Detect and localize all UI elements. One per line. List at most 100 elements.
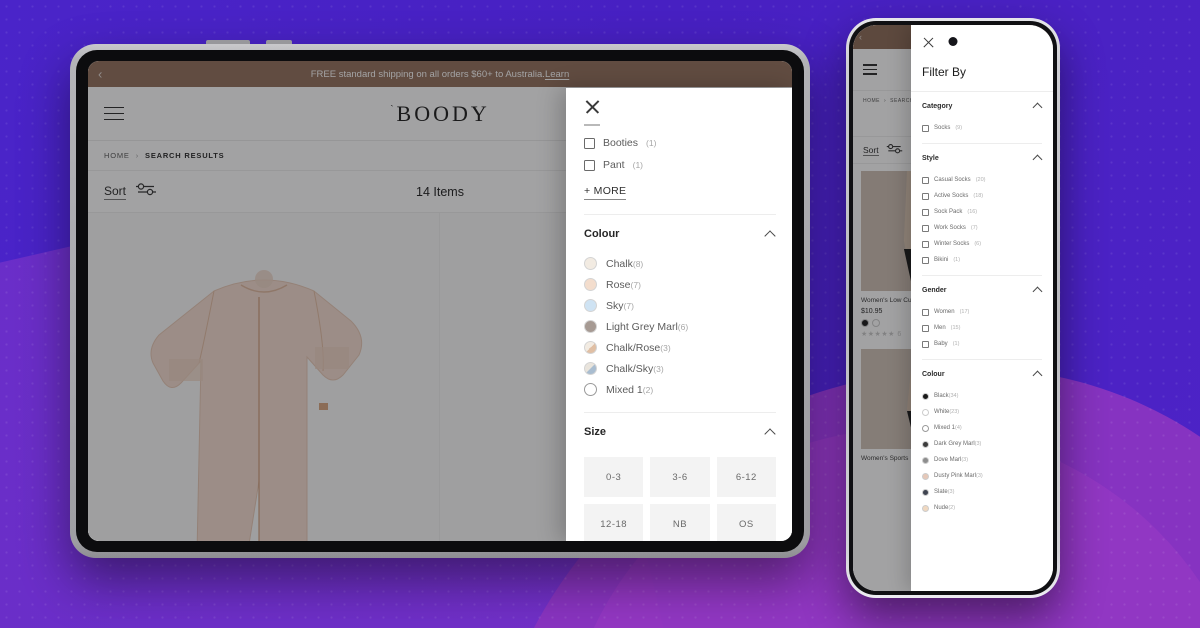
chevron-up-icon[interactable] xyxy=(1033,155,1042,161)
colour-swatch-icon[interactable] xyxy=(922,424,929,432)
chevron-up-icon[interactable] xyxy=(1033,287,1042,293)
colour-option-black[interactable]: Black(34) xyxy=(922,388,1042,404)
tablet-power-button[interactable] xyxy=(266,40,292,44)
filter-option-work-socks[interactable]: Work Socks (7) xyxy=(922,220,1042,236)
colour-option-sky[interactable]: Sky(7) xyxy=(584,295,776,316)
chevron-up-icon[interactable] xyxy=(765,231,776,238)
colour-option-chalk[interactable]: Chalk(8) xyxy=(584,253,776,274)
colour-option-mixed-1[interactable]: Mixed 1(2) xyxy=(584,379,776,400)
colour-swatch-icon[interactable] xyxy=(584,278,597,291)
filter-option-count: (1) xyxy=(952,341,960,347)
colour-swatch-icon[interactable] xyxy=(922,392,929,400)
chevron-up-icon[interactable] xyxy=(1033,103,1042,109)
colour-swatch-icon[interactable] xyxy=(922,456,929,464)
filter-option-men[interactable]: Men (15) xyxy=(922,320,1042,336)
close-x-icon[interactable] xyxy=(922,36,935,49)
colour-section-header[interactable]: Colour xyxy=(584,215,776,253)
size-chip[interactable]: 6-12 xyxy=(716,457,776,497)
checkbox-icon[interactable] xyxy=(922,324,929,332)
phone-colour-section-header[interactable]: Colour xyxy=(922,360,1042,388)
chevron-up-icon[interactable] xyxy=(765,429,776,436)
filter-drawer-body[interactable]: Booties (1) Pant (1) + MORE Colour Chalk… xyxy=(566,124,792,541)
colour-option-count: (23) xyxy=(949,409,960,415)
section-title: Colour xyxy=(922,370,945,378)
filter-option-active-socks[interactable]: Active Socks (18) xyxy=(922,188,1042,204)
phone-style-section-header[interactable]: Style xyxy=(922,144,1042,172)
filter-option-booties[interactable]: Booties (1) xyxy=(584,132,776,154)
filter-option-women[interactable]: Women (17) xyxy=(922,304,1042,320)
checkbox-icon[interactable] xyxy=(922,308,929,316)
colour-swatch-icon[interactable] xyxy=(584,320,597,333)
filter-drawer: Booties (1) Pant (1) + MORE Colour Chalk… xyxy=(566,88,792,541)
checkbox-icon[interactable] xyxy=(922,208,929,216)
size-section-header[interactable]: Size xyxy=(584,413,776,451)
colour-swatch-icon[interactable] xyxy=(584,341,597,354)
size-chip[interactable]: 12-18 xyxy=(584,504,644,541)
chevron-up-icon[interactable] xyxy=(1033,371,1042,377)
size-chip[interactable]: 0-3 xyxy=(584,457,644,497)
size-chip[interactable]: OS xyxy=(716,504,776,541)
colour-swatch-icon[interactable] xyxy=(922,504,929,512)
tablet-bezel: ‹ FREE standard shipping on all orders $… xyxy=(76,50,804,552)
filter-option-baby[interactable]: Baby (1) xyxy=(922,336,1042,352)
filter-option-count: (6) xyxy=(974,241,982,247)
filter-option-label: Booties xyxy=(603,137,639,149)
phone-gender-section-header[interactable]: Gender xyxy=(922,276,1042,304)
checkbox-icon[interactable] xyxy=(922,256,929,264)
colour-option-count: (3) xyxy=(961,457,969,463)
colour-option-white[interactable]: White(23) xyxy=(922,404,1042,420)
colour-option-dove-marl[interactable]: Dove Marl(3) xyxy=(922,452,1042,468)
colour-swatch-icon[interactable] xyxy=(584,257,597,270)
tablet-volume-button[interactable] xyxy=(206,40,250,44)
screenshot-canvas: ‹ FREE standard shipping on all orders $… xyxy=(0,0,1200,628)
colour-option-count: (6) xyxy=(677,321,689,332)
filter-option-casual-socks[interactable]: Casual Socks (20) xyxy=(922,172,1042,188)
colour-option-mixed-1[interactable]: Mixed 1(4) xyxy=(922,420,1042,436)
colour-swatch-icon[interactable] xyxy=(584,383,597,396)
colour-option-label: Slate xyxy=(934,489,948,495)
checkbox-icon[interactable] xyxy=(922,176,929,184)
colour-option-chalk-rose[interactable]: Chalk/Rose(3) xyxy=(584,337,776,358)
tablet-screen: ‹ FREE standard shipping on all orders $… xyxy=(88,61,792,541)
close-x-icon[interactable] xyxy=(584,98,601,115)
colour-option-label: Sky xyxy=(606,299,624,312)
colour-option-rose[interactable]: Rose(7) xyxy=(584,274,776,295)
colour-option-nude[interactable]: Nude(2) xyxy=(922,500,1042,516)
filter-option-count: (1) xyxy=(632,160,643,170)
checkbox-icon[interactable] xyxy=(922,192,929,200)
filter-option-pant[interactable]: Pant (1) xyxy=(584,154,776,176)
colour-option-dusty-pink-marl[interactable]: Dusty Pink Marl(3) xyxy=(922,468,1042,484)
colour-swatch-icon[interactable] xyxy=(584,362,597,375)
filter-option-sock-pack[interactable]: Sock Pack (16) xyxy=(922,204,1042,220)
colour-option-light-grey-marl[interactable]: Light Grey Marl(6) xyxy=(584,316,776,337)
checkbox-icon[interactable] xyxy=(922,340,929,348)
phone-filter-drawer-body[interactable]: Category Socks (9) Style Casual Socks (2… xyxy=(911,92,1053,591)
colour-swatch-icon[interactable] xyxy=(922,472,929,480)
colour-option-count: (3) xyxy=(976,473,983,479)
filter-option-socks[interactable]: Socks (9) xyxy=(922,120,1042,136)
colour-swatch-icon[interactable] xyxy=(584,299,597,312)
checkbox-icon[interactable] xyxy=(584,159,595,171)
colour-option-chalk-sky[interactable]: Chalk/Sky(3) xyxy=(584,358,776,379)
filter-option-bikini[interactable]: Bikini (1) xyxy=(922,252,1042,268)
checkbox-icon[interactable] xyxy=(922,124,929,132)
colour-option-slate[interactable]: Slate(3) xyxy=(922,484,1042,500)
filter-drawer-header xyxy=(566,88,792,124)
colour-option-dark-grey-marl[interactable]: Dark Grey Marl(3) xyxy=(922,436,1042,452)
section-title: Category xyxy=(922,102,953,110)
show-more-button[interactable]: + MORE xyxy=(584,185,627,200)
colour-swatch-icon[interactable] xyxy=(922,440,929,448)
colour-option-label: Light Grey Marl xyxy=(606,320,678,333)
size-chip[interactable]: 3-6 xyxy=(650,457,710,497)
colour-swatch-icon[interactable] xyxy=(922,408,929,416)
phone-category-section-header[interactable]: Category xyxy=(922,92,1042,120)
colour-option-count: (4) xyxy=(955,425,962,431)
filter-option-winter-socks[interactable]: Winter Socks (6) xyxy=(922,236,1042,252)
colour-swatch-icon[interactable] xyxy=(922,488,929,496)
colour-option-count: (8) xyxy=(632,258,644,269)
checkbox-icon[interactable] xyxy=(922,224,929,232)
size-chip[interactable]: NB xyxy=(650,504,710,541)
filter-option-count: (18) xyxy=(973,193,984,199)
checkbox-icon[interactable] xyxy=(922,240,929,248)
checkbox-icon[interactable] xyxy=(584,137,595,149)
